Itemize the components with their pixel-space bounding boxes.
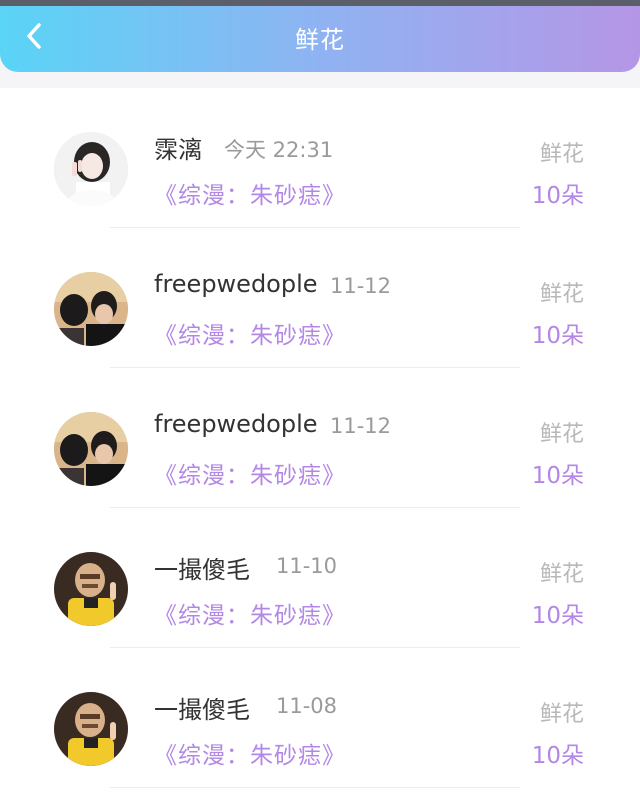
avatar[interactable] (54, 132, 128, 206)
user-name: freepwedople (154, 270, 318, 298)
girl-avatar-image (54, 132, 128, 206)
gift-count: 10朵 (531, 603, 584, 629)
list-item[interactable]: freepwedople 11-12 《综漫：朱砂痣》 鲜花 10朵 (0, 368, 640, 508)
list-item[interactable]: freepwedople 11-12 《综漫：朱砂痣》 鲜花 10朵 (0, 228, 640, 368)
gift-type: 鲜花 (539, 702, 584, 727)
masked-avatar-image (54, 552, 128, 626)
divider (110, 787, 520, 788)
avatar[interactable] (54, 692, 128, 766)
gift-time: 今天 22:31 (224, 138, 334, 162)
gift-count: 10朵 (531, 463, 584, 489)
gift-time: 11-08 (276, 694, 338, 718)
gift-count: 10朵 (531, 183, 584, 209)
gift-count: 10朵 (531, 323, 584, 349)
avatar[interactable] (54, 272, 128, 346)
book-title[interactable]: 《综漫：朱砂痣》 (154, 176, 346, 210)
gift-type: 鲜花 (539, 142, 584, 167)
gift-time: 11-10 (276, 554, 338, 578)
top-nav-bar: 鲜花 (0, 6, 640, 72)
list-item[interactable]: 一撮傻毛 11-10 《综漫：朱砂痣》 鲜花 10朵 (0, 508, 640, 648)
list-item[interactable]: 霂漓 今天 22:31 《综漫：朱砂痣》 鲜花 10朵 (0, 88, 640, 228)
couple-avatar-image (54, 412, 128, 486)
gift-type: 鲜花 (539, 422, 584, 447)
book-title[interactable]: 《综漫：朱砂痣》 (154, 596, 346, 630)
avatar[interactable] (54, 552, 128, 626)
gift-type: 鲜花 (539, 282, 584, 307)
gift-time: 11-12 (330, 274, 392, 298)
masked-avatar-image (54, 692, 128, 766)
gift-list: 霂漓 今天 22:31 《综漫：朱砂痣》 鲜花 10朵 freepwedople… (0, 88, 640, 802)
user-name: 一撮傻毛 (154, 556, 250, 584)
couple-avatar-image (54, 272, 128, 346)
user-name: freepwedople (154, 410, 318, 438)
book-title[interactable]: 《综漫：朱砂痣》 (154, 316, 346, 350)
book-title[interactable]: 《综漫：朱砂痣》 (154, 456, 346, 490)
user-name: 霂漓 (154, 136, 202, 164)
gift-type: 鲜花 (539, 562, 584, 587)
gift-time: 11-12 (330, 414, 392, 438)
user-name: 一撮傻毛 (154, 696, 250, 724)
page-title: 鲜花 (295, 26, 345, 54)
book-title[interactable]: 《综漫：朱砂痣》 (154, 736, 346, 770)
avatar[interactable] (54, 412, 128, 486)
gift-count: 10朵 (531, 743, 584, 769)
list-item[interactable]: 一撮傻毛 11-08 《综漫：朱砂痣》 鲜花 10朵 (0, 648, 640, 788)
